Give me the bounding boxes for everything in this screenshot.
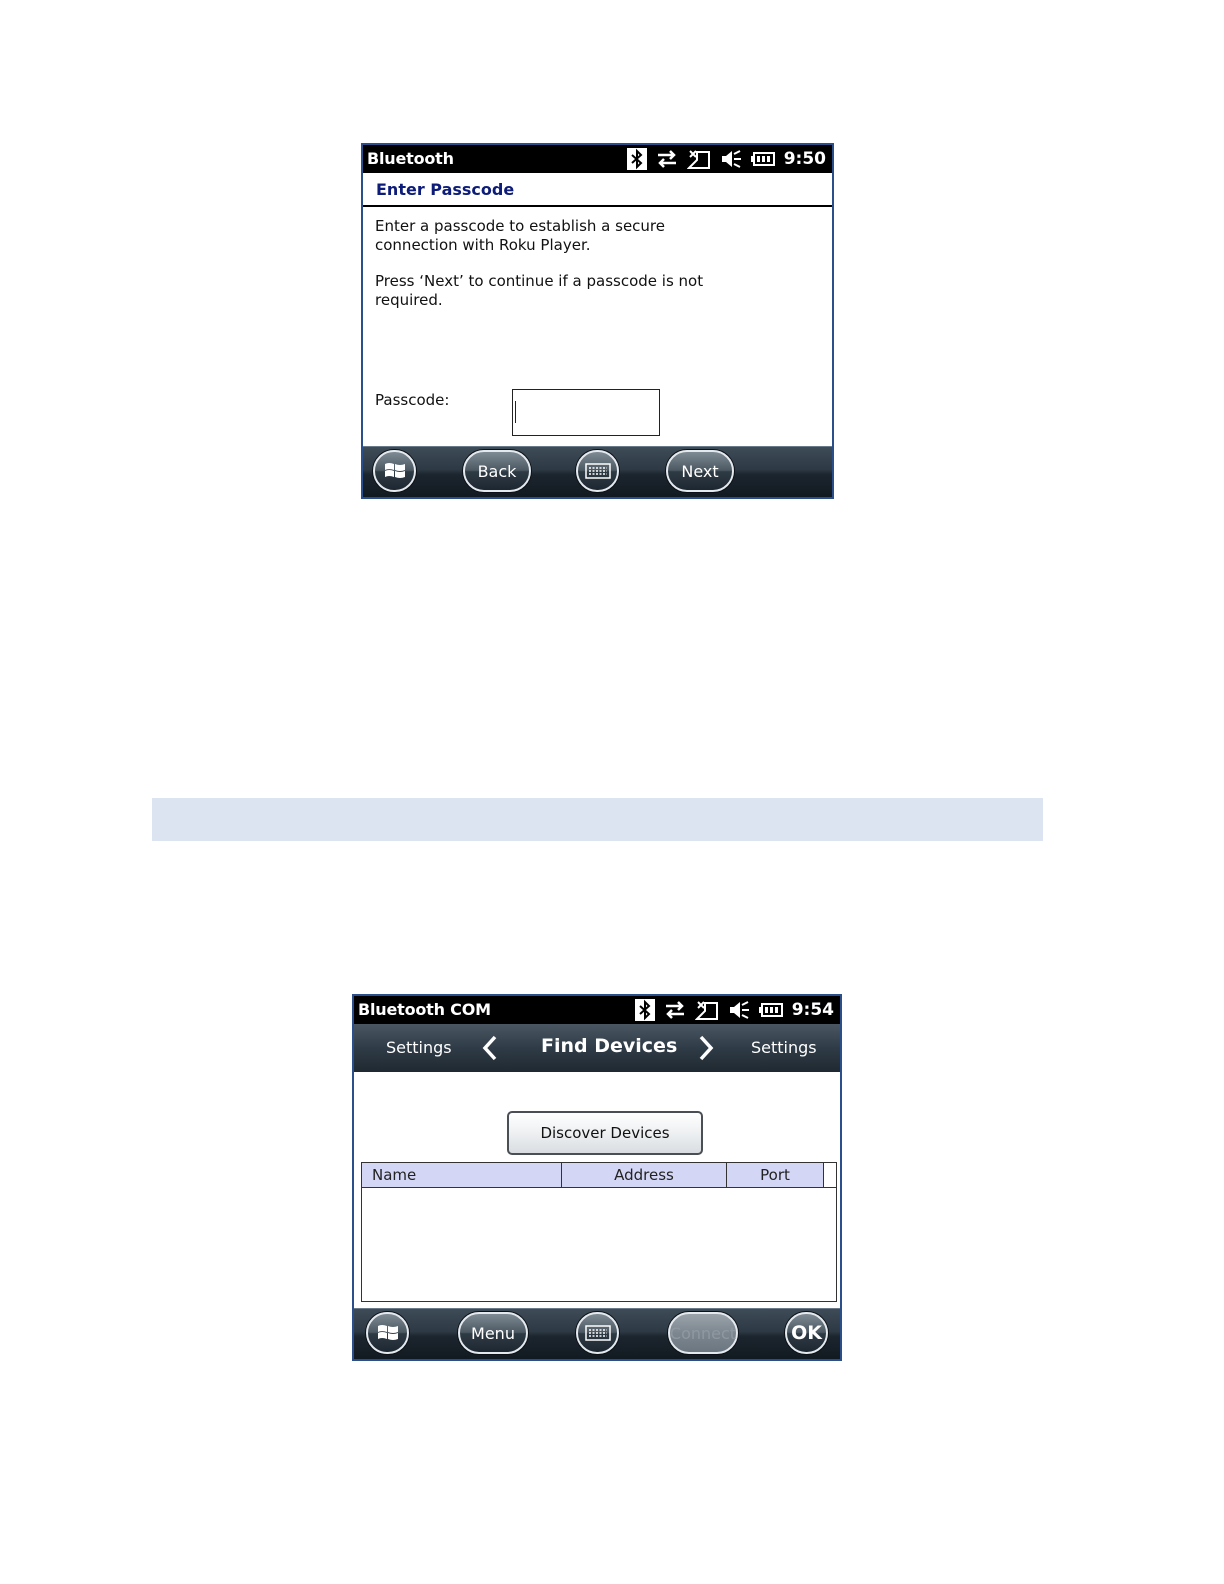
discover-devices-button[interactable]: Discover Devices [507, 1111, 703, 1155]
soft-key-bar: Back Next [363, 446, 832, 497]
app-title: Bluetooth COM [358, 1000, 491, 1019]
chevron-right-icon[interactable] [698, 1035, 714, 1061]
bluetooth-com-screen: Bluetooth COM 9:54 Settings Find Devices… [352, 994, 842, 1361]
table-body [362, 1188, 836, 1301]
status-icons: 9:50 [626, 148, 826, 170]
section-band [152, 798, 1043, 841]
sync-arrows-icon [656, 149, 678, 169]
volume-muted-icon [728, 1000, 750, 1020]
soft-key-bar: Menu Connect OK [354, 1308, 840, 1359]
status-icons: 9:54 [634, 999, 834, 1021]
bluetooth-icon [626, 148, 647, 170]
status-bar: Bluetooth 9:50 [363, 145, 832, 173]
devices-table: Name Address Port [361, 1162, 837, 1302]
tab-next-settings[interactable]: Settings [751, 1038, 817, 1057]
passcode-label: Passcode: [375, 391, 450, 409]
column-header-address[interactable]: Address [562, 1163, 727, 1187]
page-title: Enter Passcode [376, 180, 515, 199]
windows-start-icon [377, 1325, 398, 1340]
chevron-left-icon[interactable] [482, 1035, 498, 1061]
instruction-line: connection with Roku Player. [375, 236, 591, 254]
column-header-name[interactable]: Name [362, 1163, 562, 1187]
sync-arrows-icon [664, 1000, 686, 1020]
battery-icon [758, 1002, 783, 1018]
keyboard-icon [584, 463, 611, 479]
hint-line: Press ‘Next’ to continue if a passcode i… [375, 272, 704, 290]
column-header-port[interactable]: Port [727, 1163, 824, 1187]
clock: 9:50 [783, 149, 826, 169]
next-button[interactable]: Next [666, 450, 734, 492]
status-bar: Bluetooth COM 9:54 [354, 996, 840, 1024]
column-header-filler [824, 1163, 836, 1187]
hint-text: Press ‘Next’ to continue if a passcode i… [375, 272, 715, 310]
instruction-text: Enter a passcode to establish a secure c… [375, 217, 695, 255]
menu-button[interactable]: Menu [458, 1312, 528, 1354]
start-button[interactable] [373, 450, 416, 492]
keyboard-button[interactable] [576, 450, 619, 492]
passcode-input[interactable] [512, 389, 660, 436]
battery-icon [750, 151, 775, 167]
no-signal-icon [694, 1000, 719, 1020]
connect-button[interactable]: Connect [668, 1312, 738, 1354]
keyboard-icon [584, 1325, 611, 1341]
volume-muted-icon [720, 149, 742, 169]
page-header: Enter Passcode [363, 173, 832, 207]
tab-find-devices: Find Devices [541, 1035, 678, 1057]
text-cursor [515, 401, 516, 423]
clock: 9:54 [791, 1000, 834, 1020]
start-button[interactable] [366, 1312, 409, 1354]
no-signal-icon [686, 149, 711, 169]
instruction-line: Enter a passcode to establish a secure [375, 217, 665, 235]
ok-button[interactable]: OK [785, 1312, 828, 1354]
tab-prev-settings[interactable]: Settings [386, 1038, 452, 1057]
back-button[interactable]: Back [463, 450, 531, 492]
app-title: Bluetooth [367, 149, 454, 168]
keyboard-button[interactable] [576, 1312, 619, 1354]
hint-line: required. [375, 291, 443, 309]
tab-navigation: Settings Find Devices Settings [354, 1024, 840, 1072]
bluetooth-icon [634, 999, 655, 1021]
table-header: Name Address Port [362, 1163, 836, 1188]
windows-start-icon [384, 463, 405, 478]
passcode-screen: Bluetooth 9:50 Enter Passcode Enter a pa… [361, 143, 834, 499]
